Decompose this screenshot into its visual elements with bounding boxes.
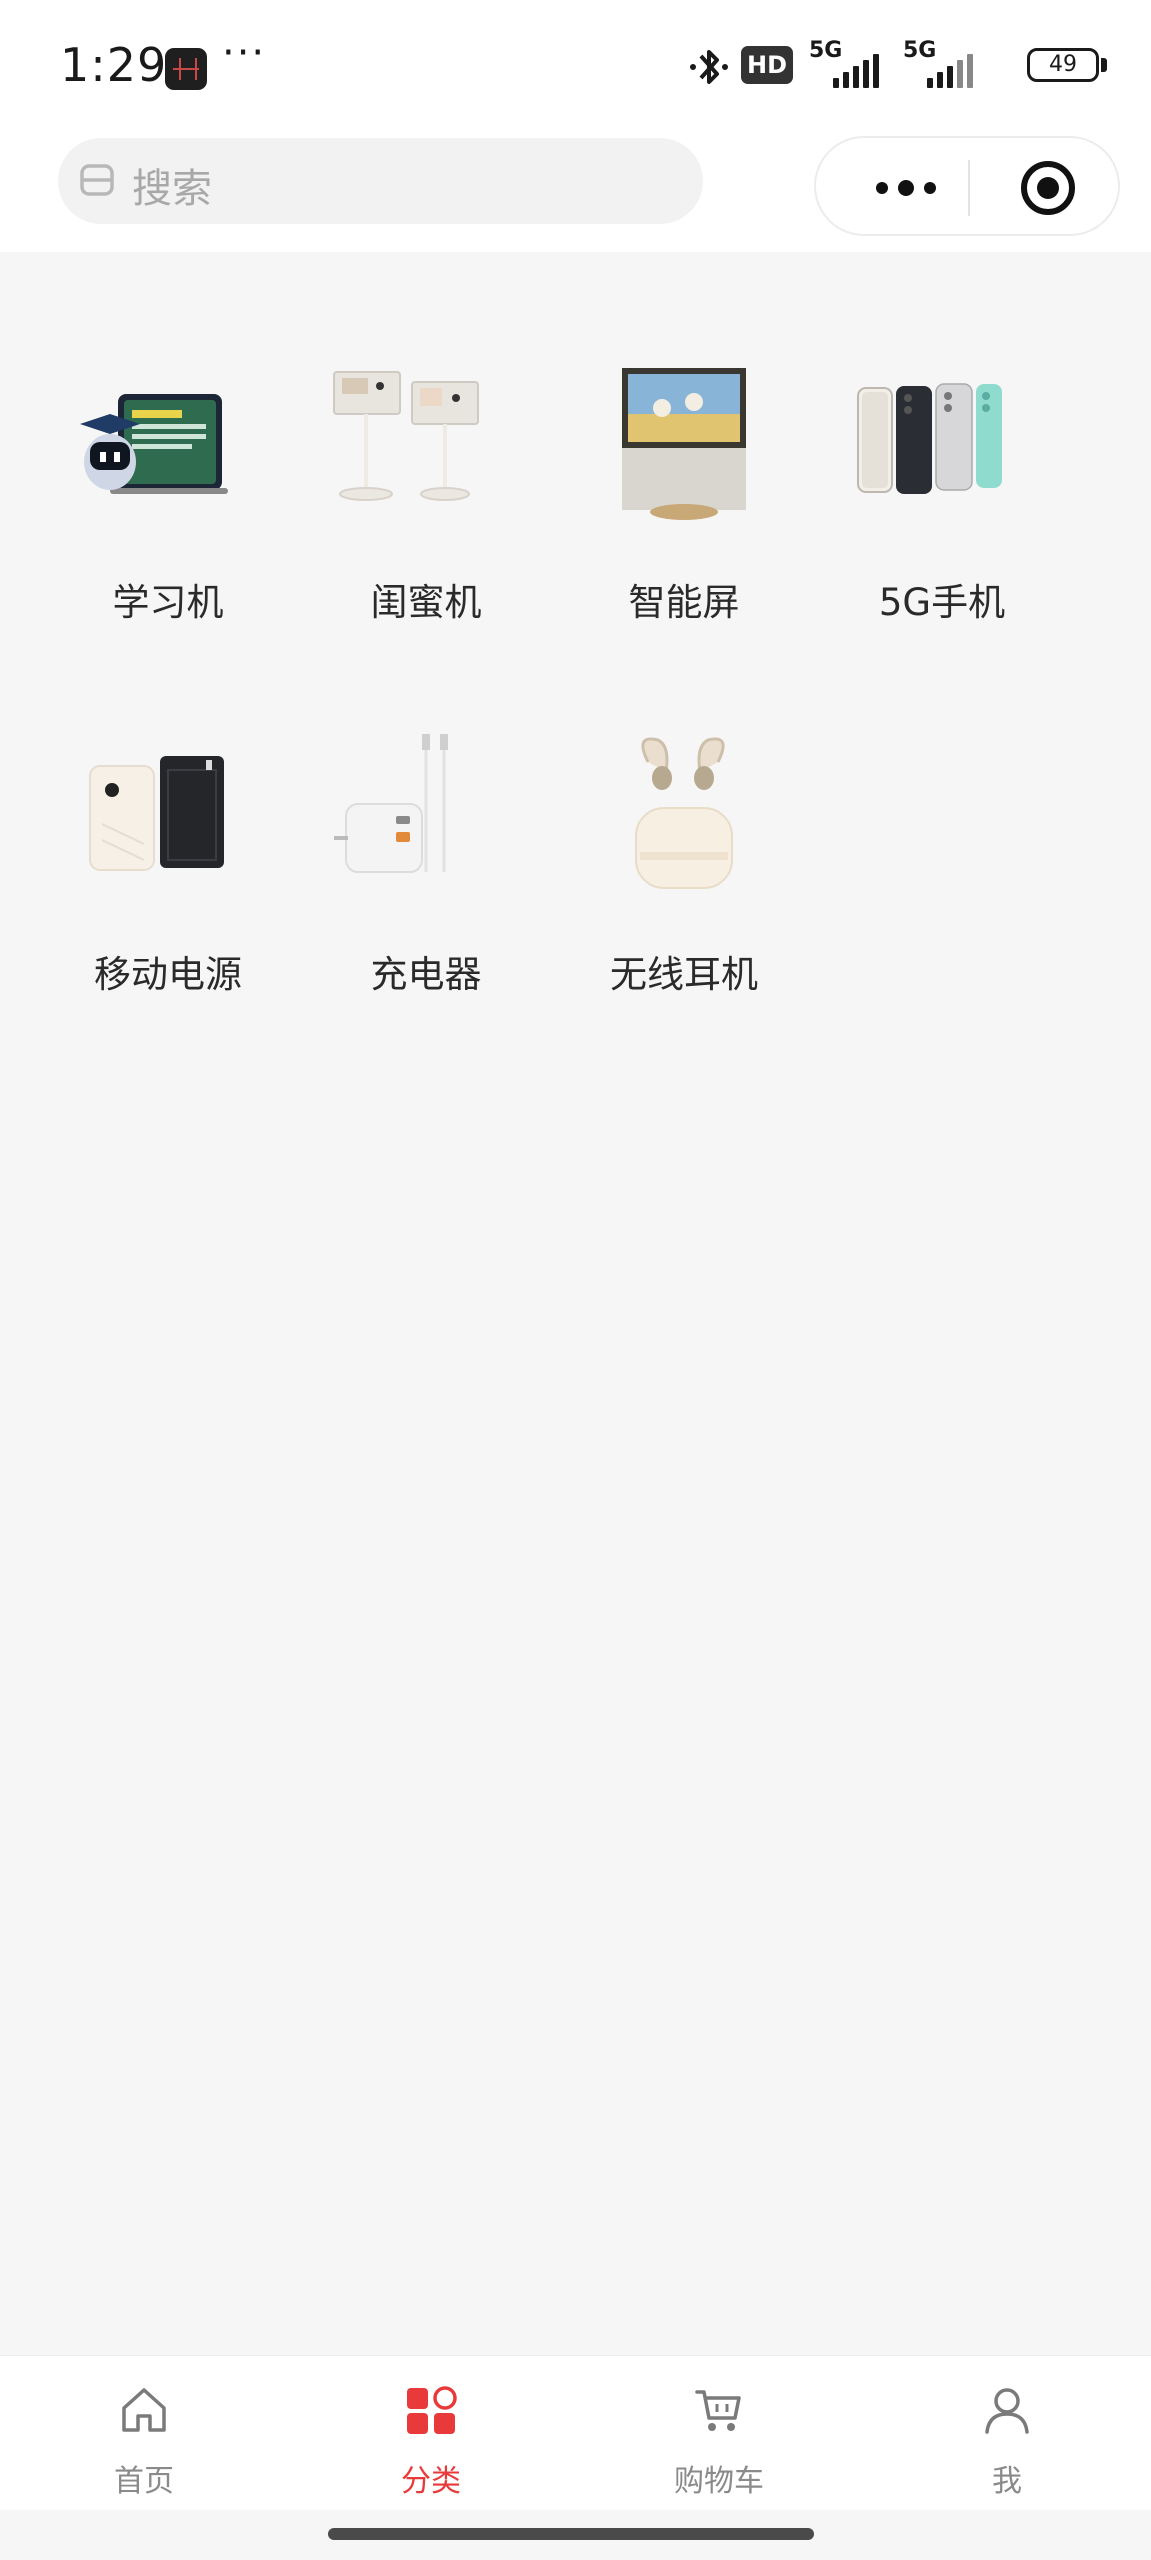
search-icon xyxy=(80,164,114,196)
category-item[interactable]: 无线耳机 xyxy=(516,624,758,996)
status-bar: 1:29 ··· HD 5G 5G 49 xyxy=(0,0,1151,135)
category-icon xyxy=(407,2386,457,2434)
search-bar[interactable]: 搜索 xyxy=(58,138,703,224)
tab-label: 分类 xyxy=(401,2464,461,2499)
tab-label: 购物车 xyxy=(674,2464,764,2499)
more-options-button[interactable] xyxy=(854,168,954,208)
category-label: 5G手机 xyxy=(878,581,1006,624)
dot-icon xyxy=(924,182,936,194)
tab-cart[interactable]: 购物车 xyxy=(575,2356,863,2511)
voice-recorder-icon xyxy=(165,48,207,90)
cart-icon xyxy=(695,2390,741,2431)
category-item[interactable]: 智能屏 xyxy=(516,252,756,624)
tab-category[interactable]: 分类 xyxy=(287,2356,575,2511)
battery-indicator: 49 xyxy=(1027,48,1099,82)
category-screen: 1:29 ··· HD 5G 5G 49 搜索 学习机 闺蜜机 智能屏 5G手机… xyxy=(0,0,1151,2560)
home-indicator[interactable] xyxy=(328,2528,814,2540)
stand-display-icon xyxy=(333,371,479,501)
smart-screen-icon xyxy=(622,368,746,520)
tab-label: 首页 xyxy=(114,2464,174,2499)
power-bank-icon xyxy=(89,756,224,871)
battery-tip xyxy=(1101,58,1107,72)
status-time: 1:29 xyxy=(60,38,168,92)
search-placeholder: 搜索 xyxy=(132,166,212,212)
bottom-tab-bar: 首页 分类 购物车 我 xyxy=(0,2355,1151,2511)
category-item[interactable]: 5G手机 xyxy=(774,252,1014,624)
bluetooth-icon xyxy=(690,50,728,84)
tab-home[interactable]: 首页 xyxy=(0,2356,288,2511)
miniprogram-capsule xyxy=(814,136,1120,236)
tab-profile[interactable]: 我 xyxy=(863,2356,1151,2511)
close-miniprogram-icon[interactable] xyxy=(1020,160,1076,216)
smartphones-icon xyxy=(857,383,1002,494)
category-label: 无线耳机 xyxy=(610,953,758,996)
hd-voice-badge: HD xyxy=(741,46,794,84)
signal-strength-2-icon: 5G xyxy=(903,38,983,92)
status-indicators: HD 5G 5G 49 xyxy=(681,38,1111,92)
category-item[interactable]: 学习机 xyxy=(0,252,240,624)
category-item[interactable]: 充电器 xyxy=(258,624,498,996)
user-icon xyxy=(985,2388,1029,2434)
home-icon xyxy=(122,2388,166,2432)
tablet-robot-icon xyxy=(80,394,228,494)
earbuds-icon xyxy=(635,737,733,889)
dot-icon xyxy=(898,180,914,196)
capsule-divider xyxy=(968,160,970,216)
category-item[interactable]: 移动电源 xyxy=(0,624,242,996)
tab-label: 我 xyxy=(992,2464,1022,2499)
signal-strength-1-icon: 5G xyxy=(809,38,889,92)
dot-icon xyxy=(876,182,888,194)
charger-icon xyxy=(334,734,448,873)
more-notifications-icon: ··· xyxy=(222,30,267,76)
category-item[interactable]: 闺蜜机 xyxy=(258,252,498,624)
